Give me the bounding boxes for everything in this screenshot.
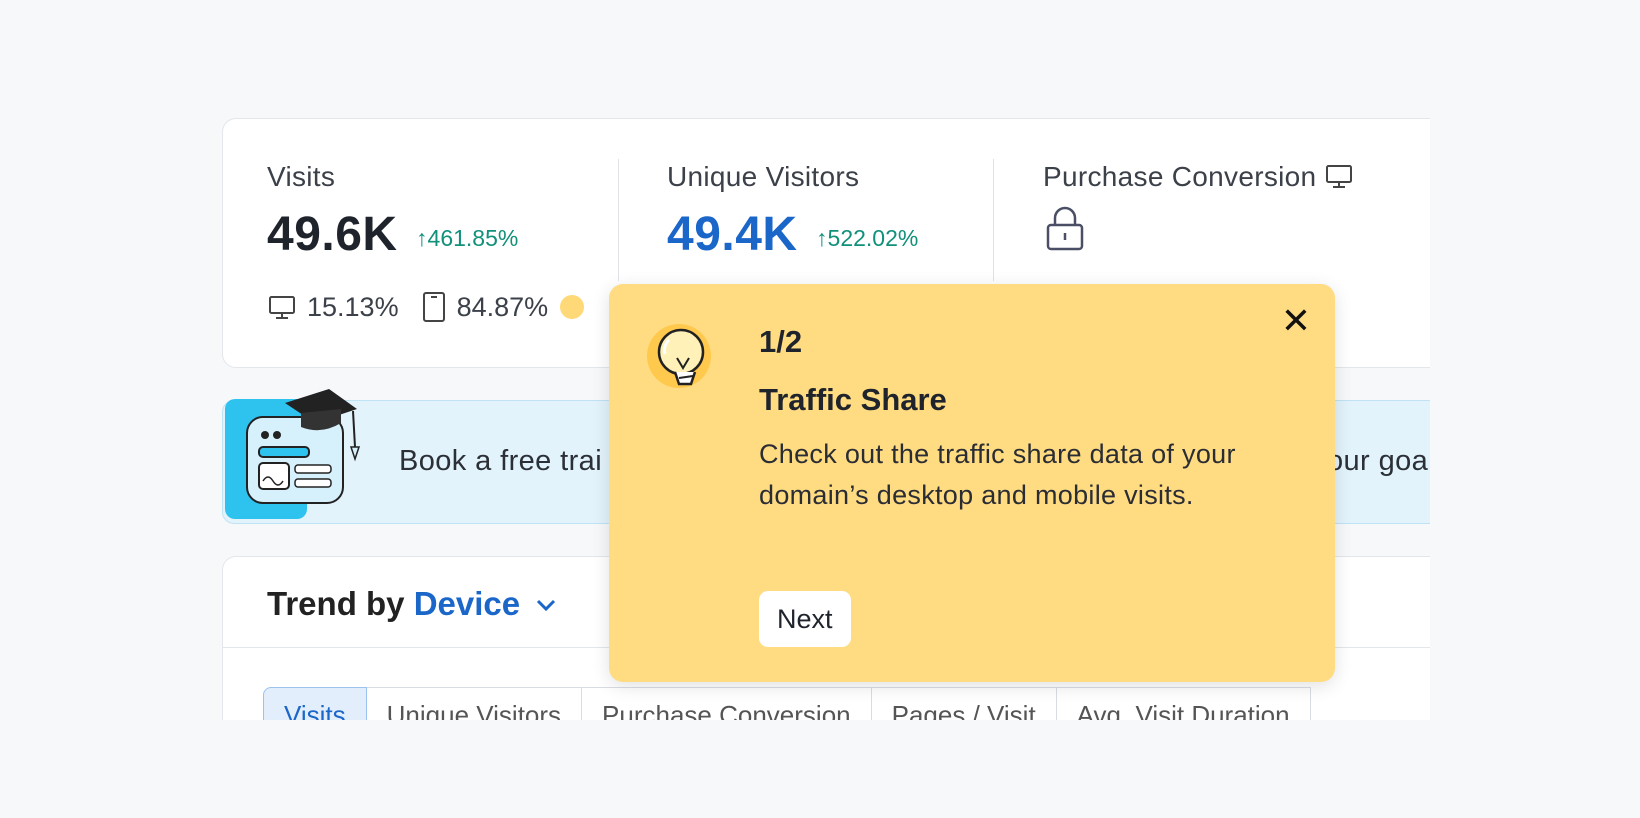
hotspot-dot[interactable] [560, 295, 585, 319]
tab-purchase-conversion[interactable]: Purchase Conversion [582, 687, 872, 720]
tooltip-step-counter: 1/2 [759, 324, 803, 359]
visits-change: ↑461.85% [416, 225, 519, 251]
next-button[interactable]: Next [759, 591, 851, 647]
visits-metric[interactable]: Visits 49.6K ↑461.85% [267, 161, 518, 262]
tab-unique-visitors[interactable]: Unique Visitors [366, 687, 583, 720]
desktop-icon [1326, 165, 1353, 188]
tab-pages-per-visit[interactable]: Pages / Visit [871, 687, 1057, 720]
visits-value: 49.6K [267, 208, 398, 261]
trend-title: Trend by Device [267, 585, 559, 623]
unique-visitors-metric[interactable]: Unique Visitors 49.4K ↑522.02% [667, 161, 918, 262]
metric-divider [993, 159, 994, 281]
unique-visitors-change: ↑522.02% [816, 225, 919, 251]
close-icon[interactable]: ✕ [1279, 303, 1313, 339]
lock-icon [1046, 206, 1084, 251]
mobile-share: 84.87% [456, 291, 549, 322]
purchase-conversion-label: Purchase Conversion [1043, 161, 1317, 192]
banner-text: Book a free trai [399, 445, 603, 477]
banner-text-right: our goa [1327, 445, 1429, 477]
trend-dropdown-label: Device [413, 585, 521, 622]
visits-label: Visits [267, 161, 336, 192]
unique-visitors-label: Unique Visitors [667, 161, 860, 192]
lightbulb-icon [647, 324, 711, 388]
trend-device-dropdown[interactable]: Device [414, 585, 560, 622]
metric-divider [618, 159, 619, 281]
tab-visits[interactable]: Visits [263, 687, 367, 720]
tooltip-title: Traffic Share [759, 382, 947, 417]
mobile-icon [422, 292, 445, 322]
purchase-conversion-metric[interactable]: Purchase Conversion [1043, 161, 1354, 258]
device-share-row: 15.13% 84.87% [267, 291, 585, 323]
unique-visitors-value: 49.4K [667, 208, 798, 261]
tooltip-body: Check out the traffic share data of your… [759, 439, 1236, 510]
desktop-share: 15.13% [307, 291, 399, 322]
chevron-down-icon [537, 599, 556, 612]
trend-title-prefix: Trend by [267, 585, 405, 622]
tab-avg-visit-duration[interactable]: Avg. Visit Duration [1056, 687, 1311, 720]
graduation-illustration-icon [225, 389, 361, 519]
desktop-icon [269, 296, 295, 319]
metric-tabs: Visits Unique Visitors Purchase Conversi… [263, 687, 1311, 720]
onboarding-tooltip: 1/2 Traffic Share Check out the traffic … [609, 284, 1335, 682]
